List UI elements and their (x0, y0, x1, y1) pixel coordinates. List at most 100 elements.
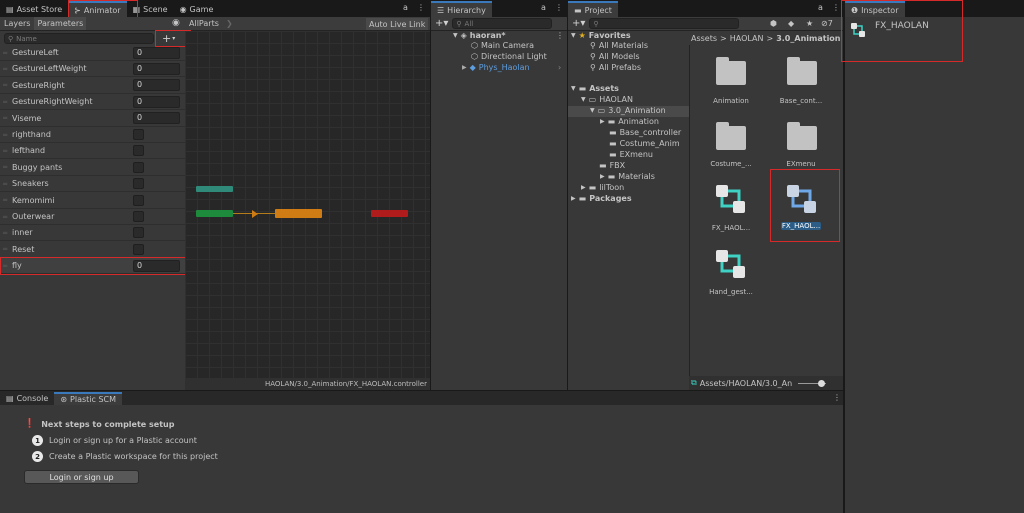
entry-node[interactable] (196, 210, 233, 217)
favorite-all-prefabs[interactable]: ⚲ All Prefabs (590, 63, 641, 72)
drag-handle-icon[interactable]: ═ (0, 49, 9, 57)
breadcrumb-allparts[interactable]: AllParts (189, 19, 219, 28)
parameter-name[interactable]: inner (9, 228, 185, 237)
parameter-row[interactable]: ═ Buggy pants (0, 160, 185, 176)
scene-root[interactable]: ▼ ◈ haoran* (453, 31, 506, 40)
hierarchy-search-input[interactable]: ⚲ All (452, 18, 553, 29)
favorite-all-materials[interactable]: ⚲ All Materials (590, 41, 648, 50)
drag-handle-icon[interactable]: ═ (0, 147, 9, 155)
breadcrumb-3-0-animation[interactable]: 3.0_Animation (776, 34, 840, 43)
drag-handle-icon[interactable]: ═ (0, 98, 9, 106)
drag-handle-icon[interactable]: ═ (0, 131, 9, 139)
parameter-row[interactable]: ═ inner (0, 225, 185, 242)
parameter-row[interactable]: ═ righthand (0, 127, 185, 143)
parameters-tab[interactable]: Parameters (34, 17, 87, 30)
parameter-value-field[interactable]: 0 (133, 259, 180, 272)
parameter-row[interactable]: ═ lefthand (0, 143, 185, 160)
drag-handle-icon[interactable]: ═ (0, 65, 9, 73)
tab-hierarchy[interactable]: ☰ Hierarchy (431, 1, 492, 17)
animator-controller-icon[interactable] (714, 248, 748, 282)
default-state-node[interactable] (275, 209, 322, 218)
tab-animator[interactable]: ⊱ Animator (68, 1, 127, 17)
parameter-name[interactable]: Outerwear (9, 212, 185, 221)
drag-handle-icon[interactable]: ═ (0, 163, 9, 171)
create-button[interactable]: +▾ (431, 18, 452, 29)
folder-liltoon[interactable]: ▶ ▬ lilToon (581, 183, 624, 192)
parameter-name[interactable]: Sneakers (9, 179, 185, 188)
parameter-row[interactable]: ═ fly 0 (0, 258, 185, 275)
hierarchy-item-directional-light[interactable]: ⬡ Directional Light (471, 52, 547, 61)
parameter-name[interactable]: lefthand (9, 146, 185, 155)
asset-folder-base-controller[interactable] (785, 57, 819, 87)
parameter-name[interactable]: righthand (9, 130, 185, 139)
parameter-row[interactable]: ═ Kemomimi (0, 193, 185, 209)
parameter-value-field[interactable]: 0 (133, 112, 180, 125)
folder-base-controller[interactable]: ▬ Base_controller (609, 128, 681, 137)
parameter-name[interactable]: Kemomimi (9, 196, 185, 205)
folder-materials[interactable]: ▶ ▬ Materials (600, 172, 655, 181)
parameter-row[interactable]: ═ Reset (0, 242, 185, 258)
slider-handle[interactable] (818, 379, 826, 387)
favorites-section[interactable]: ▼ ★ Favorites (571, 31, 631, 40)
parameter-value-field[interactable]: 0 (133, 95, 180, 108)
scene-menu-icon[interactable]: ⋮ (556, 31, 564, 40)
hierarchy-item-main-camera[interactable]: ⬡ Main Camera (471, 41, 534, 50)
breadcrumb-haolan[interactable]: HAOLAN (730, 34, 764, 43)
asset-folder-costume[interactable] (714, 122, 748, 152)
drag-handle-icon[interactable]: ═ (0, 196, 9, 204)
kebab-menu-icon[interactable]: ⋮ (417, 3, 425, 12)
parameter-row[interactable]: ═ Viseme 0 (0, 111, 185, 127)
folder-3-0-animation[interactable]: ▼ ▭ 3.0_Animation (590, 106, 666, 115)
parameter-search-input[interactable]: ⚲ Name (4, 33, 154, 44)
favorite-all-models[interactable]: ⚲ All Models (590, 52, 640, 61)
parameter-checkbox[interactable] (133, 178, 144, 190)
add-parameter-button[interactable]: + ▾ (162, 32, 175, 45)
packages-root[interactable]: ▶ ▬ Packages (571, 194, 632, 203)
parameter-value-field[interactable]: 0 (133, 62, 180, 75)
create-asset-button[interactable]: +▾ (568, 18, 589, 29)
lock-icon[interactable]: a (403, 3, 408, 12)
assets-root[interactable]: ▼ ▬ Assets (571, 84, 619, 93)
parameter-checkbox[interactable] (133, 227, 144, 239)
parameter-checkbox[interactable] (133, 211, 144, 222)
asset-folder-animation[interactable] (714, 57, 748, 87)
lock-icon[interactable]: a (818, 3, 823, 12)
any-state-node[interactable] (196, 186, 233, 192)
folder-costume-anim[interactable]: ▬ Costume_Anim (609, 139, 680, 148)
parameter-row[interactable]: ═ GestureRight 0 (0, 78, 185, 94)
parameter-checkbox[interactable] (133, 145, 144, 157)
login-button[interactable]: Login or sign up (24, 470, 139, 484)
animator-controller-icon[interactable] (714, 183, 748, 217)
folder-fbx[interactable]: ▬ FBX (599, 161, 625, 170)
filter-label-icon[interactable]: ◆ (788, 19, 794, 28)
tab-plastic-scm[interactable]: ⊛ Plastic SCM (54, 392, 123, 405)
chevron-right-icon[interactable]: › (558, 63, 561, 72)
exit-node[interactable] (371, 210, 408, 217)
parameter-name[interactable]: Buggy pants (9, 163, 185, 172)
parameter-row[interactable]: ═ GestureRightWeight 0 (0, 94, 185, 111)
folder-animation[interactable]: ▶ ▬ Animation (600, 117, 659, 126)
eye-icon[interactable]: ◉ (172, 18, 180, 28)
parameter-checkbox[interactable] (133, 161, 144, 173)
animator-graph[interactable]: HAOLAN/3.0_Animation/FX_HAOLAN.controlle… (185, 31, 430, 390)
animator-controller-icon[interactable] (785, 183, 819, 217)
kebab-menu-icon[interactable]: ⋮ (555, 3, 563, 12)
drag-handle-icon[interactable]: ═ (0, 213, 9, 221)
project-search-input[interactable]: ⚲ (589, 18, 740, 29)
drag-handle-icon[interactable]: ═ (0, 180, 9, 188)
parameter-row[interactable]: ═ GestureLeft 0 (0, 45, 185, 61)
parameter-checkbox[interactable] (133, 243, 144, 255)
parameter-row[interactable]: ═ GestureLeftWeight 0 (0, 61, 185, 78)
drag-handle-icon[interactable]: ═ (0, 81, 9, 89)
parameter-value-field[interactable]: 0 (133, 46, 180, 59)
parameter-name[interactable]: Reset (9, 245, 185, 254)
parameter-checkbox[interactable] (133, 194, 144, 206)
breadcrumb-assets[interactable]: Assets (691, 34, 717, 43)
auto-live-link-button[interactable]: Auto Live Link (366, 18, 429, 30)
hierarchy-item-phys-haolan[interactable]: ▶ ◆ Phys_Haolan (462, 63, 530, 72)
asset-folder-exmenu[interactable] (785, 122, 819, 152)
lock-icon[interactable]: a (541, 3, 546, 12)
tab-game[interactable]: ◉ Game (174, 1, 220, 17)
favorite-star-icon[interactable]: ★ (806, 19, 813, 28)
filter-type-icon[interactable]: ⬢ (770, 19, 777, 28)
